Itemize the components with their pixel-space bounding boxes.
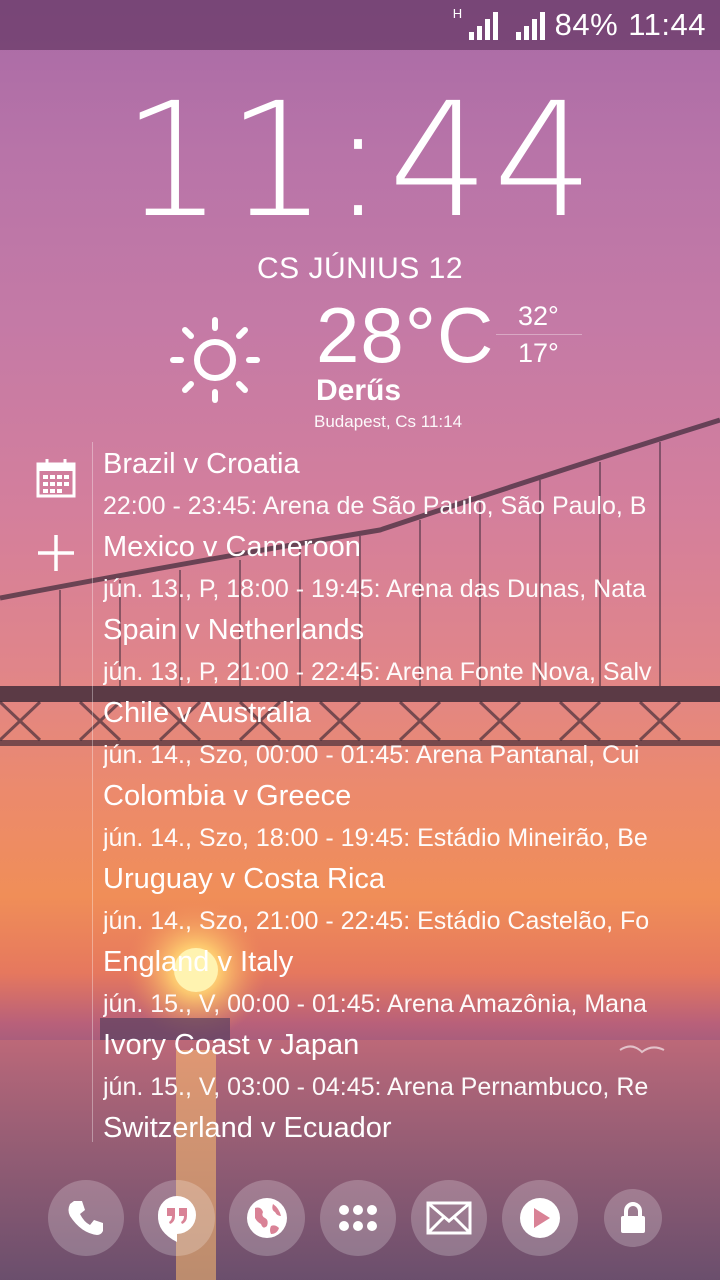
event-details: jún. 14., Szo, 18:00 - 19:45: Estádio Mi… — [103, 824, 648, 852]
agenda-item[interactable]: England v Italy jún. 15., V, 00:00 - 01:… — [103, 942, 720, 1025]
event-title: England v Italy — [103, 946, 294, 978]
phone-button[interactable] — [48, 1180, 124, 1256]
hangouts-icon — [157, 1196, 196, 1242]
current-temperature: 28°C — [316, 291, 495, 379]
clock-time: 11:44 — [122, 69, 598, 253]
clock-date: CS JÚNIUS 12 — [256, 252, 464, 285]
email-icon — [426, 1201, 472, 1235]
agenda-item[interactable]: Spain v Netherlands jún. 13., P, 21:00 -… — [103, 610, 720, 693]
play-store-button[interactable] — [502, 1180, 578, 1256]
lock-button[interactable] — [604, 1189, 662, 1247]
status-time: 11:44 — [628, 7, 706, 42]
clock-widget[interactable]: 11:44 — [0, 82, 720, 240]
agenda-divider — [92, 442, 93, 1142]
agenda-list[interactable]: Brazil v Croatia 22:00 - 23:45: Arena de… — [103, 444, 720, 1191]
sun-icon[interactable] — [165, 312, 265, 408]
event-details: jún. 13., P, 18:00 - 19:45: Arena das Du… — [103, 575, 646, 603]
agenda-item[interactable]: Brazil v Croatia 22:00 - 23:45: Arena de… — [103, 444, 720, 527]
event-details: jún. 13., P, 21:00 - 22:45: Arena Fonte … — [103, 658, 652, 686]
agenda-item[interactable]: Mexico v Cameroon jún. 13., P, 18:00 - 1… — [103, 527, 720, 610]
agenda-item[interactable]: Ivory Coast v Japan jún. 15., V, 03:00 -… — [103, 1025, 720, 1108]
play-store-icon — [520, 1198, 560, 1238]
weather-condition: Derűs — [316, 374, 402, 407]
app-drawer-icon — [339, 1205, 377, 1231]
event-details: 22:00 - 23:45: Arena de São Paulo, São P… — [103, 492, 647, 520]
signal-strength-icon — [468, 10, 498, 40]
signal-strength-icon-2 — [515, 10, 545, 40]
plus-icon[interactable] — [36, 533, 76, 573]
agenda-item[interactable]: Uruguay v Costa Rica jún. 14., Szo, 21:0… — [103, 859, 720, 942]
browser-globe-icon — [247, 1198, 287, 1238]
event-details: jún. 14., Szo, 00:00 - 01:45: Arena Pant… — [103, 741, 640, 769]
event-title: Chile v Australia — [103, 697, 311, 729]
email-button[interactable] — [411, 1180, 487, 1256]
agenda-item[interactable]: Colombia v Greece jún. 14., Szo, 18:00 -… — [103, 776, 720, 859]
event-title: Mexico v Cameroon — [103, 531, 361, 563]
agenda-item[interactable]: Chile v Australia jún. 14., Szo, 00:00 -… — [103, 693, 720, 776]
temperature-range: 32° 17° — [496, 298, 582, 371]
calendar-icon[interactable] — [36, 458, 76, 498]
event-title: Colombia v Greece — [103, 780, 352, 812]
weather-location-time: Budapest, Cs 11:14 — [314, 412, 463, 431]
network-type-label: H — [452, 5, 463, 21]
temperature-low: 17° — [518, 338, 559, 368]
status-bar: H 84% 11:44 — [0, 0, 720, 50]
lock-icon — [621, 1202, 645, 1233]
event-title: Uruguay v Costa Rica — [103, 863, 386, 895]
browser-button[interactable] — [229, 1180, 305, 1256]
event-title: Brazil v Croatia — [103, 448, 300, 480]
event-title: Switzerland v Ecuador — [103, 1112, 392, 1144]
temperature-high: 32° — [518, 301, 559, 331]
hangouts-button[interactable] — [139, 1180, 215, 1256]
event-details: jún. 14., Szo, 21:00 - 22:45: Estádio Ca… — [103, 907, 650, 935]
dock — [0, 1178, 720, 1258]
battery-percent: 84% — [554, 7, 619, 42]
app-drawer-button[interactable] — [320, 1180, 396, 1256]
phone-icon — [68, 1201, 103, 1235]
event-details: jún. 15., V, 00:00 - 01:45: Arena Amazôn… — [103, 990, 647, 1018]
event-details: jún. 15., V, 03:00 - 04:45: Arena Pernam… — [103, 1073, 649, 1101]
event-title: Ivory Coast v Japan — [103, 1029, 360, 1061]
event-title: Spain v Netherlands — [103, 614, 365, 646]
